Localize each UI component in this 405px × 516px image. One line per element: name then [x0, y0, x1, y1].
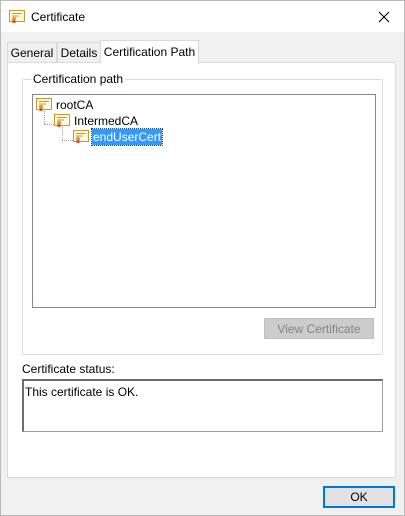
view-certificate-button[interactable]: View Certificate: [264, 318, 374, 339]
certificate-icon: [54, 114, 70, 128]
certificate-status-box[interactable]: This certificate is OK.: [22, 379, 383, 432]
tab-certification-path-label: Certification Path: [103, 45, 196, 59]
tab-certification-path[interactable]: Certification Path: [100, 40, 199, 63]
tab-general-label: General: [10, 46, 54, 60]
certificate-icon: [73, 130, 89, 144]
close-icon: [378, 11, 390, 22]
tree-node-label: IntermedCA: [74, 114, 139, 128]
title-bar: Certificate: [1, 1, 404, 32]
certification-path-label: Certification path: [31, 72, 126, 86]
certificate-icon: [9, 10, 25, 24]
tree-node-root[interactable]: rootCA: [36, 97, 94, 113]
certificate-status-text: This certificate is OK.: [25, 385, 139, 399]
tab-panel: Certification path rootCA IntermedCA end…: [7, 62, 396, 478]
tree-connector: [62, 140, 73, 141]
tree-node-label-selected: endUserCert: [90, 128, 164, 146]
tab-general[interactable]: General: [7, 42, 57, 62]
certificate-icon: [36, 98, 52, 112]
certificate-status-label: Certificate status:: [22, 362, 115, 376]
window-title: Certificate: [31, 10, 86, 24]
tree-node-intermediate[interactable]: IntermedCA: [54, 113, 139, 129]
tree-node-label: rootCA: [56, 98, 94, 112]
tree-node-end-user[interactable]: endUserCert: [73, 128, 164, 146]
ok-button[interactable]: OK: [323, 486, 395, 508]
certification-path-group: Certification path rootCA IntermedCA end…: [22, 72, 383, 355]
tab-details[interactable]: Details: [57, 42, 101, 62]
close-button[interactable]: [364, 1, 404, 32]
certificate-dialog: Certificate General Details Certificatio…: [0, 0, 405, 516]
certification-path-tree[interactable]: rootCA IntermedCA endUserCert: [32, 94, 376, 308]
tab-details-label: Details: [60, 46, 98, 60]
tree-connector: [44, 124, 54, 125]
